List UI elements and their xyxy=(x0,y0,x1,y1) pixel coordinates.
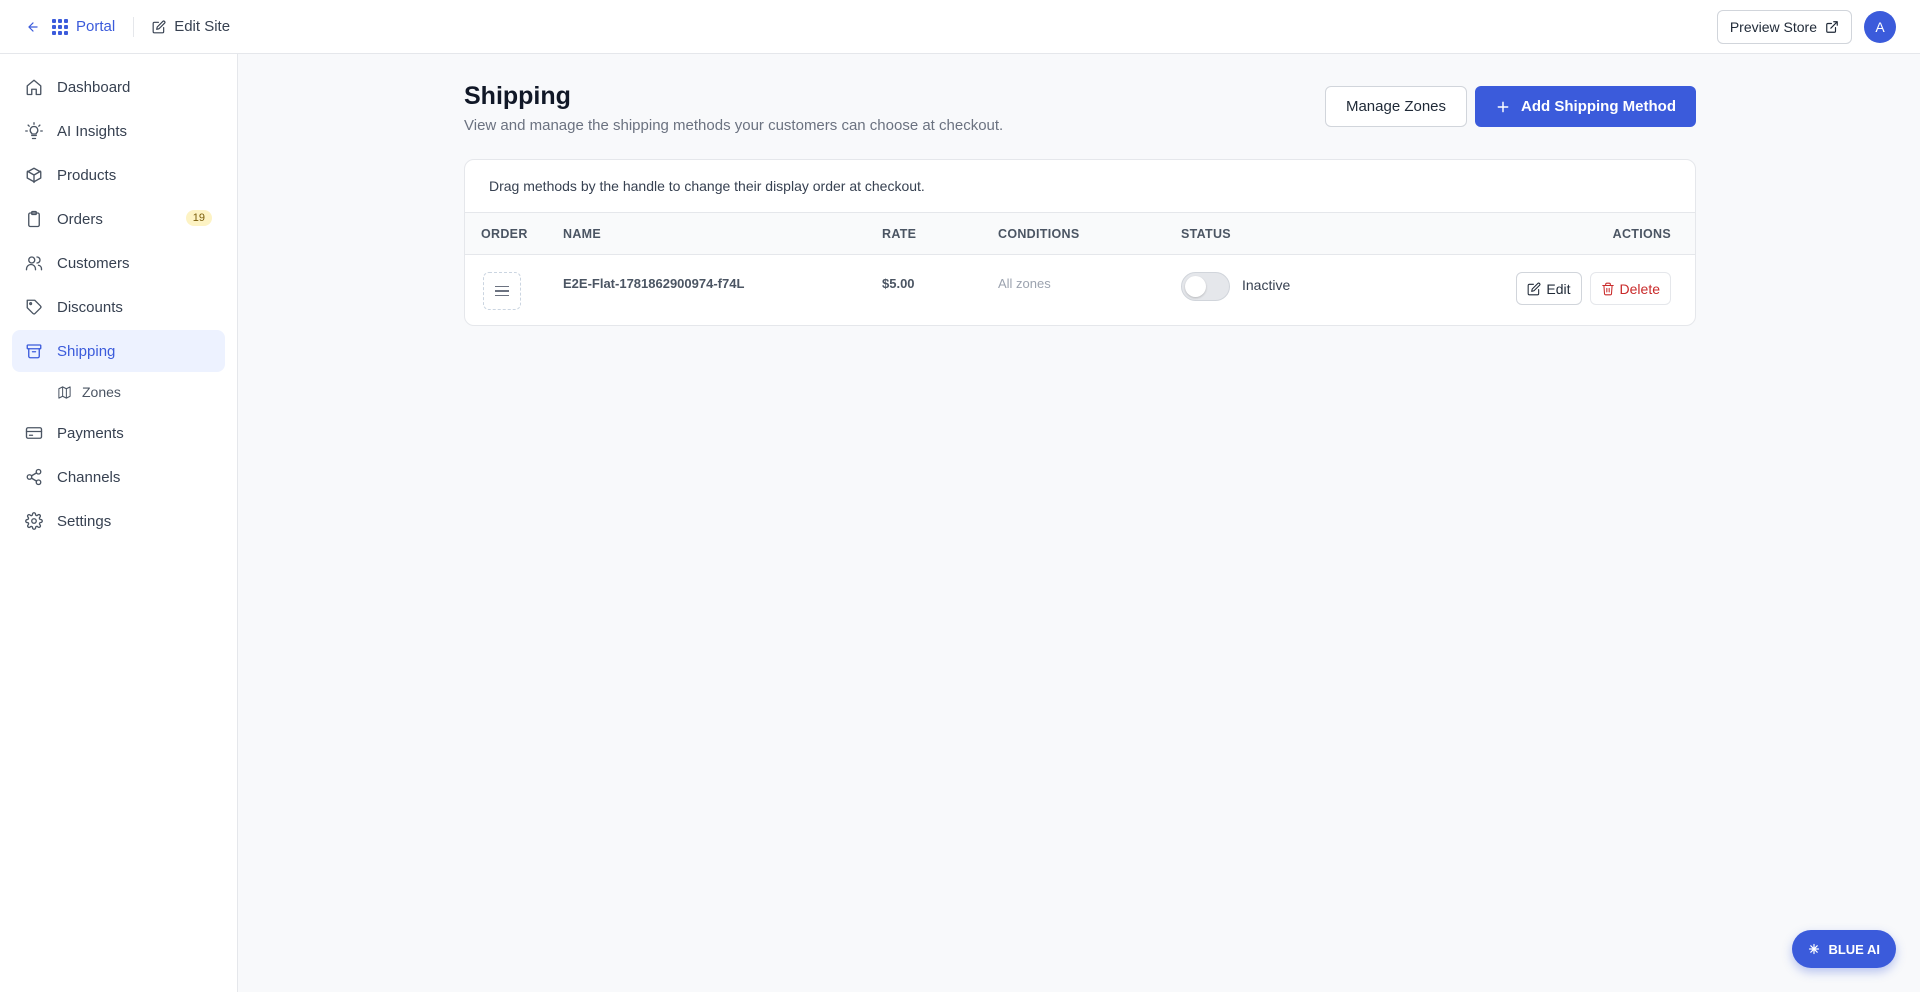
page-title: Shipping xyxy=(464,82,571,110)
edit-button[interactable]: Edit xyxy=(1516,272,1582,305)
column-header-conditions: CONDITIONS xyxy=(998,227,1080,241)
credit-card-icon xyxy=(25,427,43,439)
edit-icon xyxy=(1528,282,1541,295)
edit-site-label: Edit Site xyxy=(174,18,231,35)
sidebar-item-payments[interactable]: Payments xyxy=(12,412,225,454)
trash-icon xyxy=(1601,282,1614,295)
delete-label: Delete xyxy=(1619,280,1660,297)
share-icon xyxy=(26,468,42,486)
users-icon xyxy=(25,256,43,271)
sidebar-item-discounts[interactable]: Discounts xyxy=(12,286,225,328)
manage-zones-button[interactable]: Manage Zones xyxy=(1324,86,1468,127)
shipping-methods-card: Drag methods by the handle to change the… xyxy=(464,159,1696,326)
apps-grid-icon xyxy=(52,18,68,35)
preview-store-button[interactable]: Preview Store xyxy=(1716,10,1852,44)
page-subtitle: View and manage the shipping methods you… xyxy=(464,117,1004,134)
portal-link[interactable]: Portal xyxy=(26,18,115,35)
sidebar-item-products[interactable]: Products xyxy=(12,154,225,196)
portal-label: Portal xyxy=(76,18,116,35)
sidebar-item-ai-insights[interactable]: AI Insights xyxy=(12,110,225,152)
archive-icon xyxy=(26,344,42,359)
sidebar-item-label: Payments xyxy=(57,424,124,442)
column-header-order: ORDER xyxy=(481,227,528,241)
clipboard-icon xyxy=(28,210,40,228)
orders-count-badge: 19 xyxy=(185,210,212,226)
edit-label: Edit xyxy=(1546,280,1571,297)
status-toggle[interactable] xyxy=(1181,272,1230,301)
table-row: E2E-Flat-1781862900974-f74L $5.00 All zo… xyxy=(465,255,1695,325)
sidebar-item-shipping[interactable]: Shipping xyxy=(12,330,225,372)
external-link-icon xyxy=(1826,21,1838,33)
sidebar-subitem-label: Zones xyxy=(82,384,121,400)
sidebar-item-settings[interactable]: Settings xyxy=(12,500,225,542)
status-label: Inactive xyxy=(1242,277,1291,293)
blue-ai-button[interactable]: BLUE AI xyxy=(1792,930,1896,968)
reorder-hint: Drag methods by the handle to change the… xyxy=(465,160,1695,213)
add-shipping-method-button[interactable]: Add Shipping Method xyxy=(1475,86,1696,127)
sidebar-item-orders[interactable]: Orders 19 xyxy=(12,198,225,240)
sidebar-item-channels[interactable]: Channels xyxy=(12,456,225,498)
sidebar-item-label: Dashboard xyxy=(57,78,131,96)
plus-icon xyxy=(1497,101,1509,112)
sidebar-item-customers[interactable]: Customers xyxy=(12,242,225,284)
sidebar-item-dashboard[interactable]: Dashboard xyxy=(12,66,225,108)
sidebar-item-label: Settings xyxy=(57,512,112,530)
sparkle-icon xyxy=(1809,943,1820,955)
avatar[interactable]: A xyxy=(1864,11,1896,43)
sidebar-item-label: Discounts xyxy=(57,298,123,316)
sidebar-item-label: Channels xyxy=(57,468,121,486)
column-header-status: STATUS xyxy=(1181,227,1231,241)
sidebar-item-label: Shipping xyxy=(57,342,116,360)
edit-site-link[interactable]: Edit Site xyxy=(152,18,230,35)
lightbulb-icon xyxy=(25,122,43,140)
table-header: ORDER NAME RATE CONDITIONS STATUS ACTION… xyxy=(465,213,1695,255)
divider xyxy=(133,16,135,37)
sidebar-item-label: Products xyxy=(57,166,117,184)
gear-icon xyxy=(25,512,43,530)
preview-store-label: Preview Store xyxy=(1729,19,1817,35)
sidebar-subitem-zones[interactable]: Zones xyxy=(12,374,225,410)
sidebar-item-label: Orders xyxy=(57,210,103,228)
sidebar-item-label: AI Insights xyxy=(57,122,128,140)
toggle-knob xyxy=(1185,276,1206,297)
edit-icon xyxy=(152,20,166,33)
map-icon xyxy=(58,385,71,399)
top-bar: Portal Edit Site Preview Store A xyxy=(0,0,1920,54)
drag-handle[interactable] xyxy=(483,272,521,310)
column-header-rate: RATE xyxy=(882,227,917,241)
arrow-left-icon xyxy=(28,21,38,32)
column-header-actions: ACTIONS xyxy=(1612,227,1671,241)
column-header-name: NAME xyxy=(563,227,602,241)
delete-button[interactable]: Delete xyxy=(1589,272,1671,305)
method-name: E2E-Flat-1781862900974-f74L xyxy=(563,276,745,291)
tag-icon xyxy=(26,299,42,315)
sidebar: Dashboard AI Insights Products Orders 19… xyxy=(0,54,238,992)
add-shipping-method-label: Add Shipping Method xyxy=(1521,98,1676,115)
box-icon xyxy=(26,167,42,184)
home-icon xyxy=(26,79,42,96)
sidebar-item-label: Customers xyxy=(57,254,130,272)
method-conditions: All zones xyxy=(998,276,1051,291)
blue-ai-label: BLUE AI xyxy=(1828,941,1880,957)
method-rate: $5.00 xyxy=(882,276,915,291)
